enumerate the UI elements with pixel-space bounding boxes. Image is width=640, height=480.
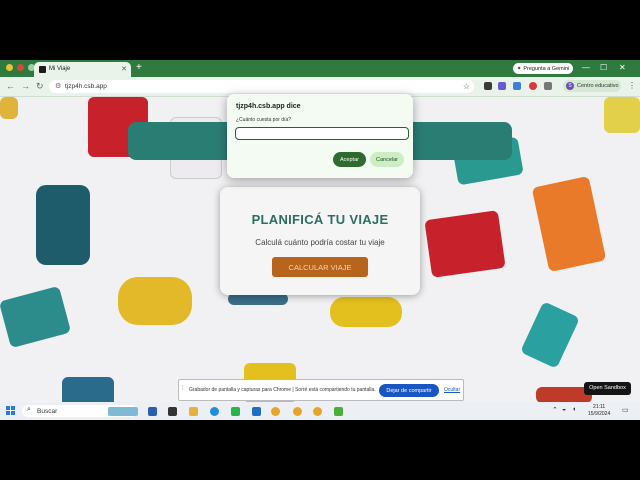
extension-icon[interactable]	[484, 82, 492, 90]
dialog-title: tjzp4h.csb.app dice	[236, 103, 301, 110]
bag-icon	[424, 210, 506, 278]
app-icon[interactable]	[252, 407, 261, 416]
app-icon[interactable]	[334, 407, 343, 416]
app-icon[interactable]	[148, 407, 157, 416]
chrome-icon[interactable]	[313, 407, 322, 416]
tab-mi-viaje[interactable]: Mi Viaje ✕	[34, 62, 131, 77]
notification-icon[interactable]: ▭	[622, 406, 629, 414]
prompt-dialog: tjzp4h.csb.app dice ¿Cuánto cuesta por d…	[227, 94, 413, 178]
extension-icon[interactable]	[513, 82, 521, 90]
page-subtitle: Calculá cuánto podría costar tu viaje	[255, 238, 385, 247]
stop-sharing-button[interactable]: Dejar de compartir	[379, 384, 439, 397]
chevron-up-icon[interactable]: ⌃	[552, 406, 558, 414]
chrome-icon[interactable]	[271, 407, 280, 416]
tab-title: Mi Viaje	[49, 66, 71, 72]
record-icon	[17, 64, 24, 71]
folder-icon[interactable]	[189, 407, 198, 416]
volume-icon[interactable]: ◖	[572, 406, 576, 413]
widget-icon[interactable]	[108, 407, 138, 416]
search-icon: ⌕	[27, 406, 31, 413]
dot-icon	[6, 64, 13, 71]
avatar: S	[566, 82, 574, 90]
browser-tab-bar: Mi Viaje ✕ + ✦ Pregunta a Gemini — ☐ ✕	[0, 60, 640, 77]
bag-icon	[604, 97, 640, 133]
page-title: PLANIFICÁ TU VIAJE	[251, 212, 389, 227]
share-message: Grabador de pantalla y capturas para Chr…	[189, 387, 376, 393]
grip-icon[interactable]: ⁞	[182, 386, 184, 392]
screen-share-banner: ⁞ Grabador de pantalla y capturas para C…	[178, 379, 464, 401]
clock-time: 21:11	[593, 404, 606, 410]
bag-icon	[330, 297, 402, 327]
back-icon[interactable]: ←	[6, 81, 15, 91]
backpack-icon	[36, 185, 90, 265]
close-window-icon[interactable]: ✕	[619, 63, 626, 72]
clock-date: 15/9/2024	[588, 411, 611, 417]
cancel-button[interactable]: Cancelar	[370, 152, 404, 167]
menu-icon[interactable]: ⋮	[628, 81, 636, 90]
maximize-icon[interactable]: ☐	[600, 63, 607, 72]
url-text: tjzp4h.csb.app	[65, 83, 107, 90]
gemini-label: Pregunta a Gemini	[523, 65, 570, 72]
bookmark-star-icon[interactable]: ☆	[463, 82, 470, 91]
bag-icon	[62, 377, 114, 402]
profile-label: Centro educativo	[577, 83, 619, 89]
hide-banner-link[interactable]: Ocultar	[444, 387, 460, 393]
windows-start-icon[interactable]	[6, 406, 16, 416]
open-sandbox-button[interactable]: Open Sandbox	[584, 382, 631, 395]
reload-icon[interactable]: ↻	[36, 81, 44, 92]
wifi-icon[interactable]: ◒	[562, 406, 566, 413]
profile-button[interactable]: S Centro educativo	[563, 80, 621, 92]
minimize-icon[interactable]: —	[582, 63, 590, 72]
extension-icon[interactable]	[498, 82, 506, 90]
whatsapp-icon[interactable]	[231, 407, 240, 416]
site-info-icon[interactable]: ⚙	[55, 82, 61, 90]
clock[interactable]: 21:11 15/9/2024	[588, 404, 610, 418]
cost-per-day-input[interactable]	[235, 127, 409, 140]
close-tab-icon[interactable]: ✕	[121, 65, 127, 73]
new-tab-button[interactable]: +	[136, 62, 142, 73]
edge-icon[interactable]	[210, 407, 219, 416]
puzzle-icon[interactable]	[544, 82, 552, 90]
suitcase-icon	[531, 175, 607, 273]
suitcase-icon	[0, 97, 18, 119]
app-icon[interactable]	[168, 407, 177, 416]
calculate-trip-button[interactable]: CALCULAR VIAJE	[272, 257, 368, 277]
bag-icon	[0, 285, 72, 349]
search-label: Buscar	[37, 408, 58, 415]
address-bar[interactable]: ⚙ tjzp4h.csb.app ☆	[49, 80, 474, 93]
taskbar: ⌕ Buscar ⌃ ◒ ◖ 21:11 15/9/2024 ▭	[0, 402, 640, 420]
extension-icon[interactable]	[529, 82, 537, 90]
chrome-icon[interactable]	[293, 407, 302, 416]
window-dots	[6, 64, 35, 71]
suitcase-icon	[520, 301, 580, 369]
forward-icon[interactable]: →	[21, 81, 30, 91]
trip-card: PLANIFICÁ TU VIAJE Calculá cuánto podría…	[220, 187, 420, 295]
favicon-icon	[39, 66, 46, 73]
gemini-button[interactable]: ✦ Pregunta a Gemini	[513, 63, 573, 74]
duffel-bag-icon	[118, 277, 192, 325]
accept-button[interactable]: Aceptar	[333, 152, 366, 167]
sparkle-icon: ✦	[516, 65, 522, 72]
dialog-message: ¿Cuánto cuesta por día?	[236, 117, 292, 123]
